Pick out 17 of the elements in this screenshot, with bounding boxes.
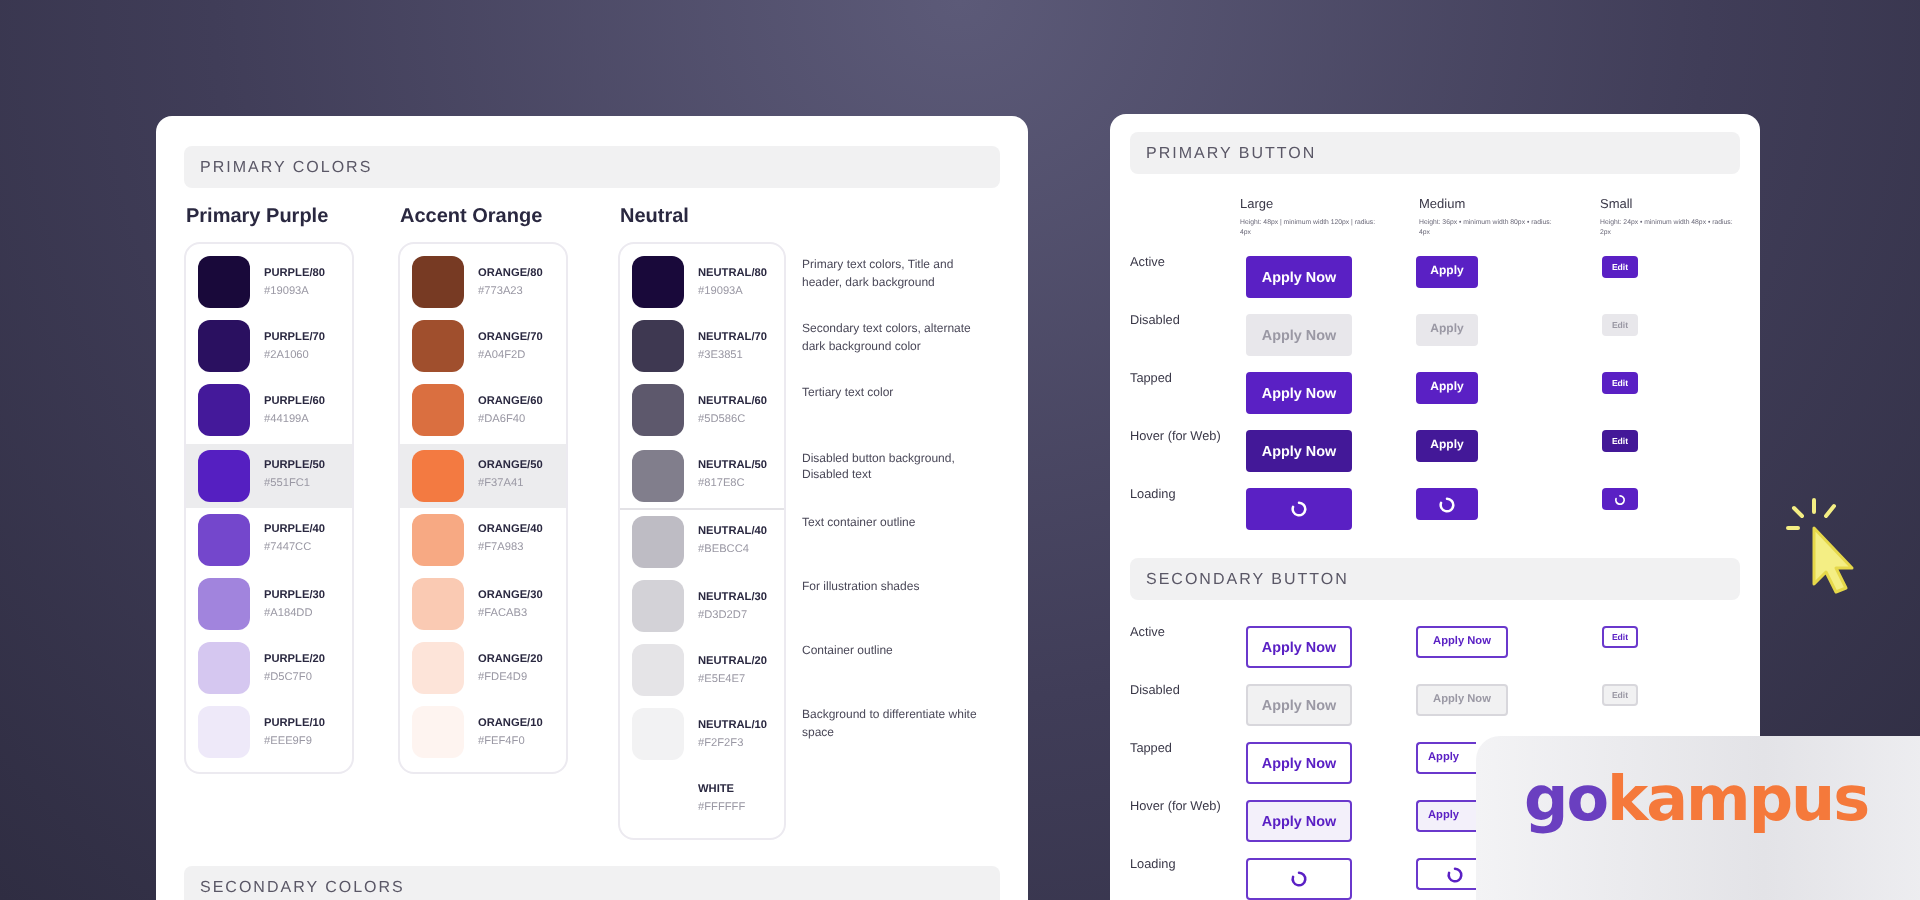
spinner-icon xyxy=(1614,493,1626,505)
spinner-icon xyxy=(1290,870,1308,888)
spinner-icon xyxy=(1438,495,1456,513)
section-header: SECONDARY BUTTON xyxy=(1130,558,1740,600)
section-header: PRIMARY BUTTON xyxy=(1130,132,1740,174)
sample-button[interactable] xyxy=(1416,858,1476,890)
sample-button[interactable] xyxy=(1602,488,1638,510)
spinner-icon xyxy=(1446,865,1464,883)
section-header: PRIMARY COLORS xyxy=(184,146,1000,188)
palette-title: Neutral xyxy=(620,206,691,228)
spinner-icon xyxy=(1290,500,1308,518)
sample-button[interactable] xyxy=(1246,858,1352,900)
sample-button[interactable] xyxy=(1416,488,1478,520)
palette-title: Primary Purple xyxy=(186,206,331,228)
palette-title: Accent Orange xyxy=(400,206,545,228)
logo-wordmark: gokampus xyxy=(1524,764,1869,836)
section-header: SECONDARY COLORS xyxy=(184,865,1000,900)
